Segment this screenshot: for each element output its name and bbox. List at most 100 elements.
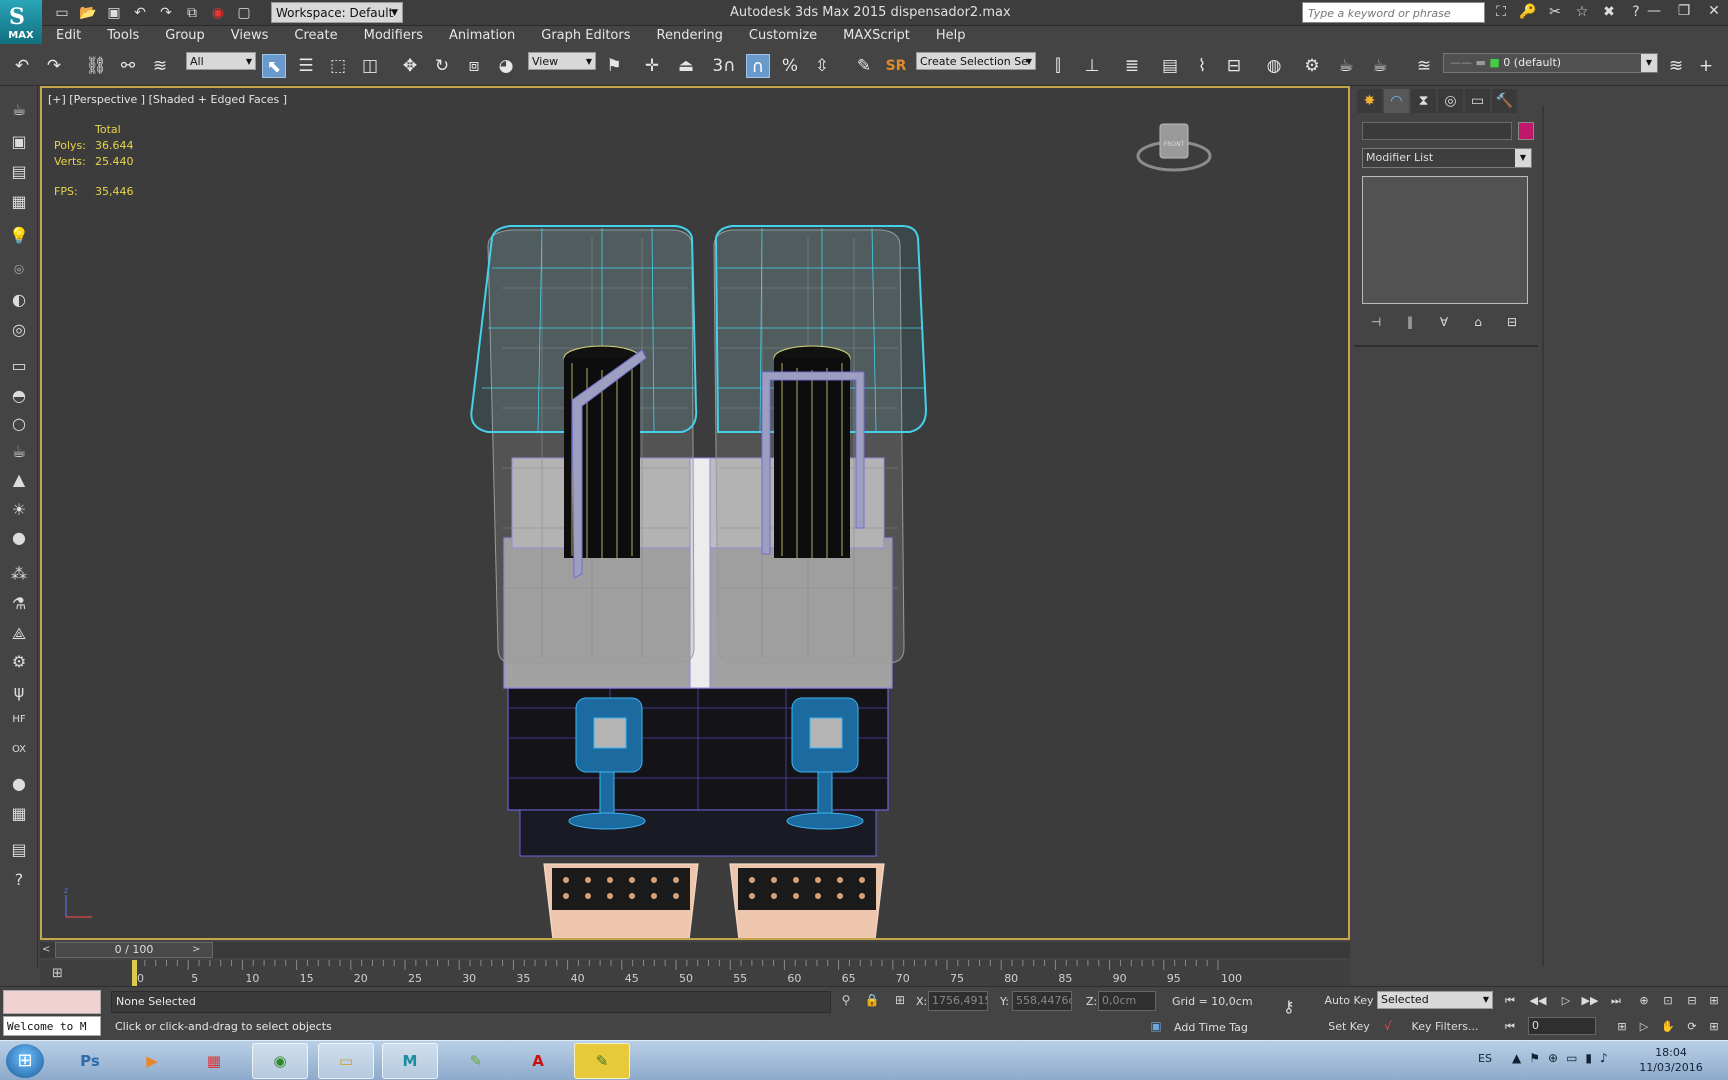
taskbar-app-chrome[interactable]: ◉ xyxy=(252,1043,308,1079)
table-icon[interactable]: ▦ xyxy=(7,190,31,214)
maxscript-listener-input[interactable] xyxy=(3,990,101,1014)
image-icon[interactable]: ▣ xyxy=(7,130,31,154)
field-of-view-icon[interactable]: ▷ xyxy=(1634,1019,1654,1035)
graphite-ribbon-icon[interactable]: ▤ xyxy=(1158,54,1182,78)
object-color-swatch[interactable] xyxy=(1518,122,1534,140)
selection-filter-dropdown[interactable]: All ▼ xyxy=(186,52,256,70)
start-button[interactable]: ⊞ xyxy=(6,1044,44,1078)
keyboard-shortcut-override-icon[interactable]: ⏏ xyxy=(674,54,698,78)
show-end-result-icon[interactable]: ‖ xyxy=(1400,312,1420,332)
current-frame-marker[interactable] xyxy=(132,960,137,986)
tray-language[interactable]: ES xyxy=(1478,1052,1492,1065)
layers-icon[interactable]: ≊ xyxy=(1412,54,1436,78)
helper-icon[interactable]: ◐ xyxy=(7,288,31,312)
curve-editor-icon[interactable]: ⌇ xyxy=(1190,54,1214,78)
time-configuration-icon[interactable]: ⊞ xyxy=(1612,1019,1632,1035)
render-icon[interactable]: ◎ xyxy=(7,318,31,342)
select-object-icon[interactable]: ⬉ xyxy=(262,54,286,78)
light-bulb-icon[interactable]: 💡 xyxy=(7,224,31,248)
rectangular-selection-icon[interactable]: ⬚ xyxy=(326,54,350,78)
layer-dropdown[interactable]: —— ▬ ■ 0 (default) ▼ xyxy=(1443,53,1658,73)
menu-views[interactable]: Views xyxy=(217,26,281,46)
command-panel-scrollbar[interactable] xyxy=(1542,106,1544,966)
previous-frame-icon[interactable]: ◀◀ xyxy=(1528,993,1548,1009)
pan-hand-icon[interactable]: ✋ xyxy=(1658,1019,1678,1035)
mini-curve-editor-icon[interactable]: ⊞ xyxy=(52,966,63,981)
menu-help[interactable]: Help xyxy=(922,26,978,46)
angle-snap-icon[interactable]: ∩ xyxy=(746,54,770,78)
time-slider-prev-icon[interactable]: < xyxy=(42,942,54,958)
motion-tab-icon[interactable]: ◎ xyxy=(1438,89,1463,113)
taskbar-app-autocad[interactable]: A xyxy=(510,1043,566,1079)
undo-icon[interactable]: ↶ xyxy=(10,54,34,78)
render-setup-icon[interactable]: ⚙ xyxy=(1300,54,1324,78)
battery-icon[interactable]: ▮ xyxy=(1585,1051,1592,1065)
viewcube-front-face[interactable]: FRONT xyxy=(1164,141,1185,148)
create-new-layer-icon[interactable]: ≋ xyxy=(1664,54,1688,78)
open-file-icon[interactable]: 📂 xyxy=(78,3,98,23)
taskbar-clock[interactable]: 18:04 11/03/2016 xyxy=(1636,1045,1706,1075)
absolute-mode-icon[interactable]: ⊞ xyxy=(892,993,908,1009)
time-slider-thumb[interactable]: 0 / 100 xyxy=(55,942,213,958)
menu-group[interactable]: Group xyxy=(151,26,217,46)
cone-icon[interactable]: ▲ xyxy=(7,468,31,492)
modifier-list-dropdown[interactable]: Modifier List ▼ xyxy=(1362,148,1532,168)
place-icon[interactable]: ◕ xyxy=(494,54,518,78)
layer-manager-icon[interactable]: ≣ xyxy=(1120,54,1144,78)
material-browser-icon[interactable]: ▦ xyxy=(7,802,31,826)
set-key-button[interactable]: Set Key xyxy=(1323,1017,1375,1037)
select-manipulate-icon[interactable]: ✛ xyxy=(640,54,664,78)
taskbar-app-3dsmax[interactable]: M xyxy=(382,1043,438,1079)
help-icon[interactable]: ? xyxy=(7,868,31,892)
physics-icon[interactable]: ⚗ xyxy=(7,592,31,616)
select-by-name-icon[interactable]: ☰ xyxy=(294,54,318,78)
project-folder-icon[interactable]: ▢ xyxy=(234,3,254,23)
z-coord-field[interactable]: 0,0cm xyxy=(1098,991,1156,1011)
save-file-icon[interactable]: ▣ xyxy=(104,3,124,23)
mesh-icon[interactable]: ⟁ xyxy=(7,622,31,646)
menu-animation[interactable]: Animation xyxy=(435,26,527,46)
ox-icon[interactable]: OX xyxy=(7,738,31,762)
favorites-star-icon[interactable]: ☆ xyxy=(1573,3,1591,21)
plane-icon[interactable]: ▭ xyxy=(7,354,31,378)
taskbar-app-media-player[interactable]: ▶ xyxy=(124,1043,180,1079)
taskbar-app-corel-active[interactable]: ✎ xyxy=(574,1043,630,1079)
maxscript-listener-output[interactable]: Welcome to M xyxy=(3,1016,101,1036)
communication-icon[interactable]: ✂ xyxy=(1546,3,1564,21)
search-input[interactable]: Type a keyword or phrase xyxy=(1302,2,1485,23)
maximize-viewport-icon[interactable]: ⊞ xyxy=(1704,993,1724,1009)
key-mode-toggle-icon[interactable]: ⏮ xyxy=(1500,1019,1520,1035)
workspace-select[interactable]: Workspace: Default ▼ xyxy=(271,2,403,23)
selection-lock-icon[interactable]: 🔒 xyxy=(864,993,880,1009)
restore-icon[interactable]: ❐ xyxy=(1676,3,1692,19)
go-to-end-icon[interactable]: ⏭ xyxy=(1606,993,1626,1009)
gear-icon[interactable]: ⚙ xyxy=(7,650,31,674)
zoom-extents-icon[interactable]: ⊕ xyxy=(1634,993,1654,1009)
particles-icon[interactable]: ⁂ xyxy=(7,562,31,586)
edit-named-selection-icon[interactable]: ✎ xyxy=(852,54,876,78)
display-icon[interactable]: ▭ xyxy=(1566,1051,1577,1065)
taskbar-app-corel[interactable]: ✎ xyxy=(448,1043,504,1079)
hold-icon[interactable]: ⧉ xyxy=(182,3,202,23)
subscription-icon[interactable]: 🔑 xyxy=(1519,3,1537,21)
viewport-label[interactable]: [+] [Perspective ] [Shaded + Edged Faces… xyxy=(48,93,287,106)
minimize-icon[interactable]: — xyxy=(1646,3,1662,19)
perspective-viewport[interactable]: [+] [Perspective ] [Shaded + Edged Faces… xyxy=(40,86,1350,940)
menu-tools[interactable]: Tools xyxy=(93,26,151,46)
pivot-point-icon[interactable]: ⚑ xyxy=(602,54,626,78)
play-icon[interactable]: ▷ xyxy=(1556,993,1576,1009)
maximize-toggle-icon[interactable]: ⊞ xyxy=(1704,1019,1724,1035)
spinner-snap-icon[interactable]: ⇳ xyxy=(810,54,834,78)
binoculars-icon[interactable]: ⛶ xyxy=(1492,3,1510,21)
redo-icon[interactable]: ↷ xyxy=(156,3,176,23)
script-icon[interactable]: ▤ xyxy=(7,838,31,862)
menu-customize[interactable]: Customize xyxy=(735,26,829,46)
geosphere-icon[interactable]: ● xyxy=(7,526,31,550)
fetch-icon[interactable]: ◉ xyxy=(208,3,228,23)
taskbar-app-grid[interactable]: ▦ xyxy=(186,1043,242,1079)
bind-spacewarp-icon[interactable]: ≋ xyxy=(148,54,172,78)
orbit-icon[interactable]: ⟳ xyxy=(1682,1019,1702,1035)
key-icon[interactable]: ⚷ xyxy=(1283,997,1295,1016)
exchange-icon[interactable]: ✖ xyxy=(1600,3,1618,21)
mirror-icon[interactable]: ⫿ xyxy=(1046,54,1070,78)
